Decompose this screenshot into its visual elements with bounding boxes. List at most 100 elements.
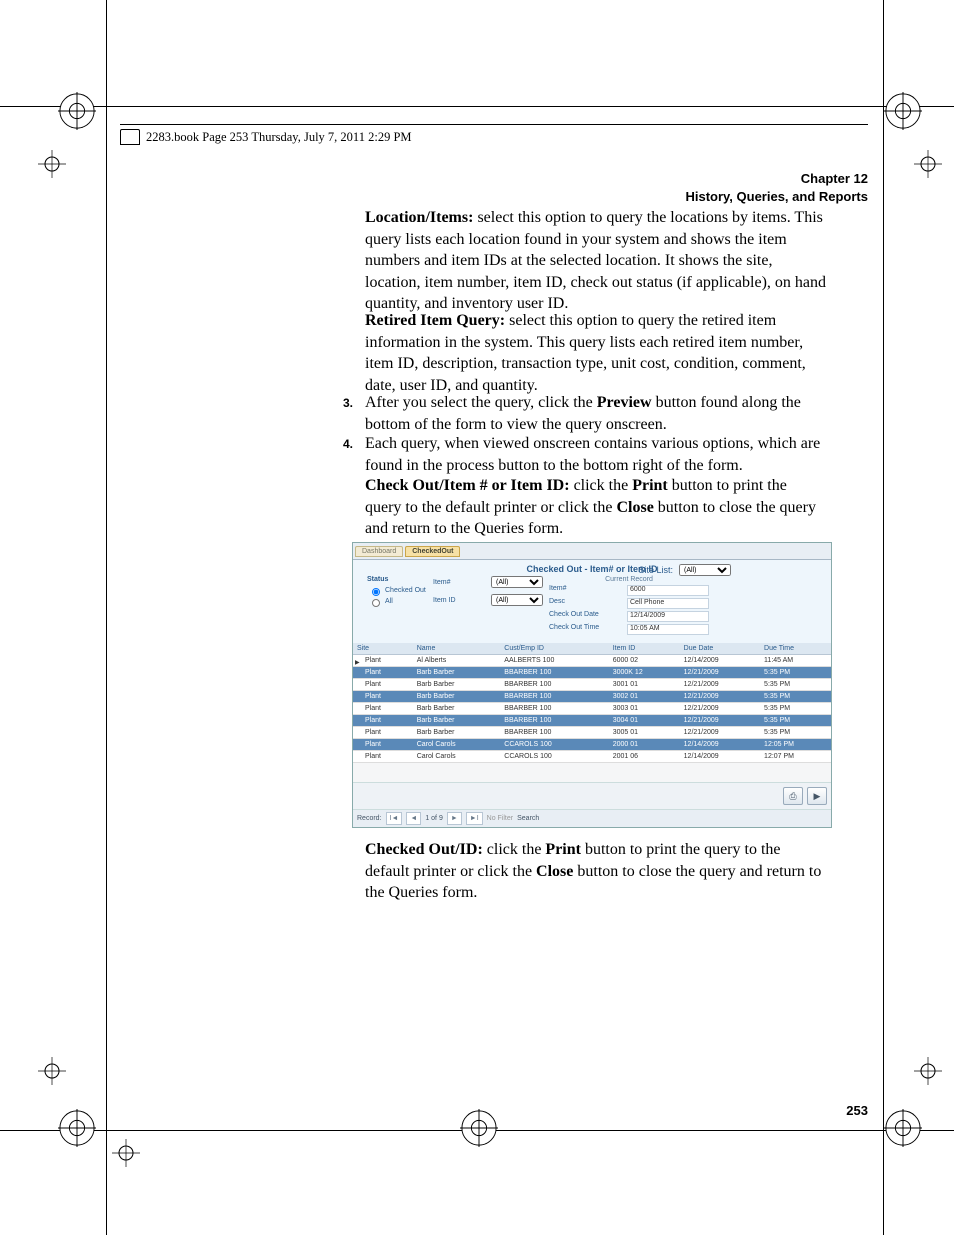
registration-mark-icon <box>112 1139 140 1167</box>
table-cell: 12/21/2009 <box>680 679 760 691</box>
table-cell: Plant <box>353 739 413 751</box>
site-list-select[interactable]: (All) <box>679 564 731 576</box>
step-number: 3. <box>343 395 353 411</box>
registration-mark-icon <box>914 150 942 178</box>
tab-dashboard[interactable]: Dashboard <box>355 546 403 557</box>
table-cell: Carol Carols <box>413 751 501 763</box>
nav-search[interactable]: Search <box>517 815 539 822</box>
table-cell: BBARBER 100 <box>500 703 608 715</box>
row-pointer-icon: ▶ <box>355 659 360 666</box>
table-cell: Plant <box>353 715 413 727</box>
table-cell: Barb Barber <box>413 715 501 727</box>
table-row[interactable]: PlantBarb BarberBBARBER 1003000K 1212/21… <box>353 667 831 679</box>
table-cell: 11:45 AM <box>760 655 831 667</box>
paragraph-retired-item-query: Retired Item Query: select this option t… <box>365 310 826 396</box>
registration-mark-icon <box>460 1109 498 1147</box>
running-title: 2283.book Page 253 Thursday, July 7, 201… <box>146 130 412 145</box>
close-icon: ▶ <box>814 791 821 802</box>
paragraph-checked-out-id: Checked Out/ID: click the Print button t… <box>365 839 826 904</box>
registration-mark-icon <box>914 1057 942 1085</box>
nav-position: 1 of 9 <box>425 815 443 822</box>
paragraph-location-items: Location/Items: select this option to qu… <box>365 207 826 315</box>
table-cell: Plant <box>353 727 413 739</box>
nav-first[interactable]: I◄ <box>386 812 403 825</box>
table-cell: 5:35 PM <box>760 667 831 679</box>
table-cell: BBARBER 100 <box>500 691 608 703</box>
column-header[interactable]: Due Time <box>760 643 831 655</box>
table-cell: 12/21/2009 <box>680 715 760 727</box>
table-cell: Barb Barber <box>413 691 501 703</box>
document-page: 2283.book Page 253 Thursday, July 7, 201… <box>0 0 954 1235</box>
record-navigator: Record: I◄ ◄ 1 of 9 ► ►I No Filter Searc… <box>353 809 831 827</box>
frame-rule <box>106 0 107 1235</box>
table-cell: Barb Barber <box>413 679 501 691</box>
close-button[interactable]: ▶ <box>807 787 827 805</box>
tab-bar: Dashboard CheckedOut <box>353 543 831 560</box>
table-cell: 3005 01 <box>609 727 680 739</box>
table-cell: BBARBER 100 <box>500 679 608 691</box>
table-row[interactable]: PlantBarb BarberBBARBER 1003001 0112/21/… <box>353 679 831 691</box>
registration-mark-icon <box>884 92 922 130</box>
radio-checked-out[interactable]: Checked Out <box>367 585 427 596</box>
table-cell: 5:35 PM <box>760 703 831 715</box>
site-list-label: Site List: <box>638 565 673 575</box>
nav-nofilter: No Filter <box>487 815 513 822</box>
paragraph-check-out-item: Check Out/Item # or Item ID: click the P… <box>365 475 826 540</box>
table-row[interactable]: PlantCarol CarolsCCAROLS 1002000 0112/14… <box>353 739 831 751</box>
registration-mark-icon <box>58 1109 96 1147</box>
nav-next[interactable]: ► <box>447 812 462 825</box>
table-cell: BBARBER 100 <box>500 667 608 679</box>
column-header[interactable]: Name <box>413 643 501 655</box>
print-button[interactable]: ⎙ <box>783 787 803 805</box>
table-cell: CCAROLS 100 <box>500 739 608 751</box>
table-cell: ▶Plant <box>353 655 413 667</box>
table-cell: 3004 01 <box>609 715 680 727</box>
nav-prev[interactable]: ◄ <box>406 812 421 825</box>
table-cell: 5:35 PM <box>760 715 831 727</box>
step-4: 4. Each query, when viewed onscreen cont… <box>365 433 826 476</box>
table-cell: 2000 01 <box>609 739 680 751</box>
table-cell: 12:07 PM <box>760 751 831 763</box>
table-cell: Plant <box>353 751 413 763</box>
table-cell: Carol Carols <box>413 739 501 751</box>
table-row[interactable]: PlantBarb BarberBBARBER 1003002 0112/21/… <box>353 691 831 703</box>
table-cell: 12:05 PM <box>760 739 831 751</box>
book-icon <box>120 129 140 145</box>
table-cell: 3000K 12 <box>609 667 680 679</box>
table-row[interactable]: PlantBarb BarberBBARBER 1003003 0112/21/… <box>353 703 831 715</box>
column-header[interactable]: Item ID <box>609 643 680 655</box>
table-cell: Barb Barber <box>413 667 501 679</box>
table-cell: Plant <box>353 691 413 703</box>
table-cell: AALBERTS 100 <box>500 655 608 667</box>
table-cell: 3001 01 <box>609 679 680 691</box>
table-cell: 6000 02 <box>609 655 680 667</box>
table-cell: 5:35 PM <box>760 727 831 739</box>
radio-all[interactable]: All <box>367 596 427 607</box>
status-group: Status Checked Out All <box>367 576 427 637</box>
frame-rule <box>0 106 954 107</box>
table-row[interactable]: PlantBarb BarberBBARBER 1003005 0112/21/… <box>353 727 831 739</box>
table-cell: Plant <box>353 703 413 715</box>
itemid-select[interactable]: (All) <box>491 594 543 606</box>
column-header[interactable]: Due Date <box>680 643 760 655</box>
nav-last[interactable]: ►I <box>466 812 483 825</box>
column-header[interactable]: Site <box>353 643 413 655</box>
table-row[interactable]: PlantCarol CarolsCCAROLS 1002001 0612/14… <box>353 751 831 763</box>
table-cell: Plant <box>353 667 413 679</box>
table-cell: 3003 01 <box>609 703 680 715</box>
table-cell: 12/14/2009 <box>680 655 760 667</box>
step-3: 3. After you select the query, click the… <box>365 392 826 435</box>
table-cell: 5:35 PM <box>760 691 831 703</box>
registration-mark-icon <box>38 150 66 178</box>
table-cell: Barb Barber <box>413 703 501 715</box>
table-row[interactable]: ▶PlantAl AlbertsAALBERTS 1006000 0212/14… <box>353 655 831 667</box>
table-cell: 12/21/2009 <box>680 703 760 715</box>
table-cell: CCAROLS 100 <box>500 751 608 763</box>
table-cell: 2001 06 <box>609 751 680 763</box>
tab-checkedout[interactable]: CheckedOut <box>405 546 460 557</box>
table-row[interactable]: PlantBarb BarberBBARBER 1003004 0112/21/… <box>353 715 831 727</box>
table-cell: 12/21/2009 <box>680 727 760 739</box>
column-header[interactable]: Cust/Emp ID <box>500 643 608 655</box>
itemnum-select[interactable]: (All) <box>491 576 543 588</box>
table-cell: Al Alberts <box>413 655 501 667</box>
